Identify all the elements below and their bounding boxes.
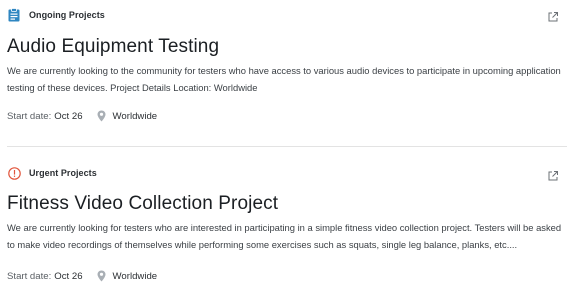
start-date-value: Oct 26 bbox=[54, 110, 83, 122]
project-description: We are currently looking for testers who… bbox=[7, 222, 562, 250]
project-meta: Start date: Oct 26 Worldwide bbox=[7, 110, 157, 122]
location-text: Worldwide bbox=[112, 270, 158, 282]
external-link-icon[interactable] bbox=[547, 169, 559, 181]
location-text: Worldwide bbox=[112, 110, 158, 122]
start-date-label: Start date: bbox=[7, 110, 52, 122]
project-description: We are currently looking to the communit… bbox=[7, 65, 561, 93]
project-meta: Start date: Oct 26 Worldwide bbox=[7, 270, 157, 282]
project-category: Urgent Projects bbox=[7, 147, 567, 181]
category-label: Urgent Projects bbox=[29, 168, 97, 178]
start-date-value: Oct 26 bbox=[54, 270, 83, 282]
projects-list: Ongoing Projects Audio Equipment Testing… bbox=[0, 0, 573, 287]
project-card[interactable]: Urgent Projects Fitness Video Collection… bbox=[7, 146, 567, 287]
external-link-icon[interactable] bbox=[547, 10, 559, 22]
project-title[interactable]: Audio Equipment Testing bbox=[7, 35, 567, 59]
category-label: Ongoing Projects bbox=[29, 10, 105, 20]
clipboard-icon bbox=[7, 8, 21, 22]
project-card[interactable]: Ongoing Projects Audio Equipment Testing… bbox=[7, 0, 567, 146]
project-title[interactable]: Fitness Video Collection Project bbox=[7, 192, 567, 216]
alert-circle-icon bbox=[7, 166, 21, 180]
start-date-label: Start date: bbox=[7, 270, 52, 282]
location-pin-icon bbox=[97, 270, 106, 282]
location-pin-icon bbox=[97, 110, 106, 122]
project-category: Ongoing Projects bbox=[7, 0, 567, 23]
project-location: Worldwide bbox=[97, 270, 158, 282]
project-location: Worldwide bbox=[97, 110, 158, 122]
